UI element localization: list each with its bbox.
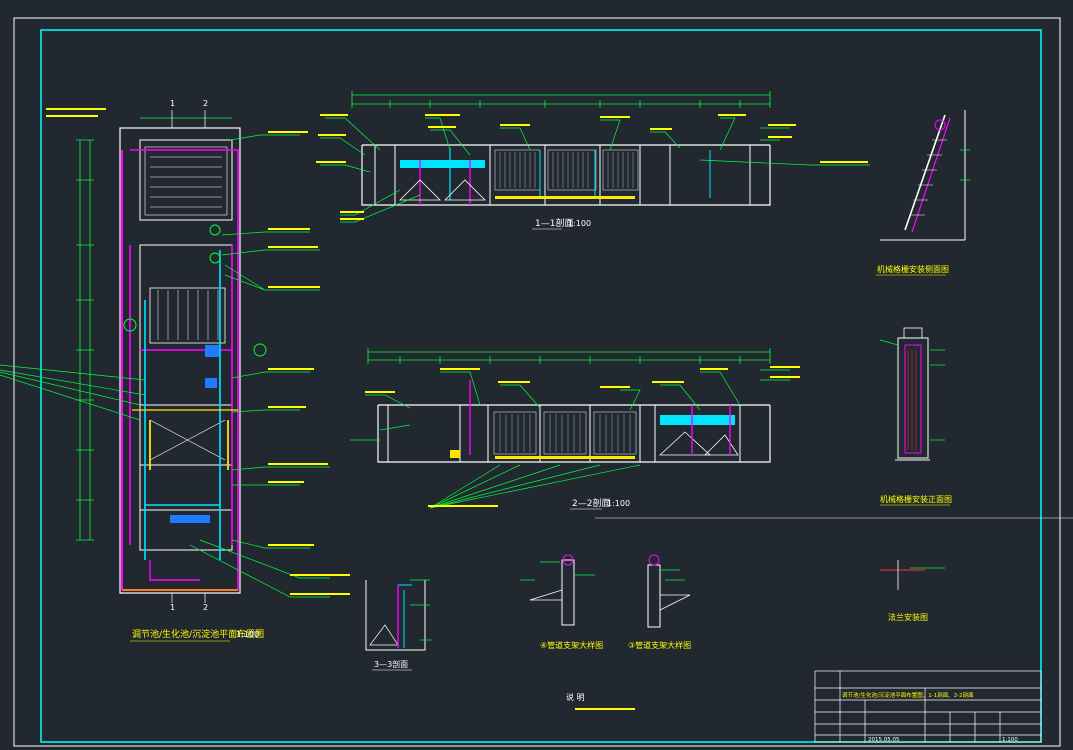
section-3-title: 3—3剖面 [374, 659, 408, 669]
title-block-scale: 1:100 [1002, 737, 1018, 743]
cut-marker-1-bottom: 1 [170, 603, 175, 612]
grille-front-title: 机械格栅安装正面图 [880, 494, 952, 504]
section-1-scale: 1:100 [568, 219, 591, 228]
detail-4: ④管道支架大样图 [520, 554, 603, 650]
grille-side-view: 机械格栅安装侧面图 [876, 110, 970, 276]
plan-outer-wall [119, 127, 241, 594]
notes-title: 说 明 [566, 692, 585, 702]
cut-marker-2-bottom: 2 [203, 603, 208, 612]
detail-3: ③管道支架大样图 [628, 554, 691, 650]
detail-4-title: ④管道支架大样图 [540, 640, 603, 650]
cad-drawing-canvas: 1 2 1 2 调节池/生化池/沉淀池平面布置图 1:100 1—1剖面 1:1… [0, 17, 1073, 747]
detail-3-title: ③管道支架大样图 [628, 640, 691, 650]
title-block-date: 2015.05.05 [868, 737, 900, 743]
plan-scale: 1:100 [236, 630, 259, 639]
grille-side-title: 机械格栅安装侧面图 [877, 264, 949, 274]
section-1-1: 1—1剖面 1:100 [316, 91, 870, 230]
flange-title: 法兰安装图 [888, 612, 928, 622]
flange-detail: 法兰安装图 [880, 560, 945, 622]
section-2-scale: 1:100 [607, 499, 630, 508]
cut-marker-2-top: 2 [203, 99, 208, 108]
section-3-3: 3—3剖面 [365, 579, 432, 671]
plan-view: 1 2 1 2 调节池/生化池/沉淀池平面布置图 1:100 [0, 99, 350, 642]
grille-front-view: 机械格栅安装正面图 [879, 327, 952, 506]
section-2-title: 2—2剖面 [572, 497, 610, 509]
cut-marker-1-top: 1 [170, 99, 175, 108]
title-block-drawing-name: 调节池/生化池/沉淀池平面布置图、1-1剖面、2-2剖面 [842, 691, 974, 699]
section-2-2: 2—2剖面 1:100 [350, 348, 1073, 519]
title-block [814, 670, 1042, 743]
